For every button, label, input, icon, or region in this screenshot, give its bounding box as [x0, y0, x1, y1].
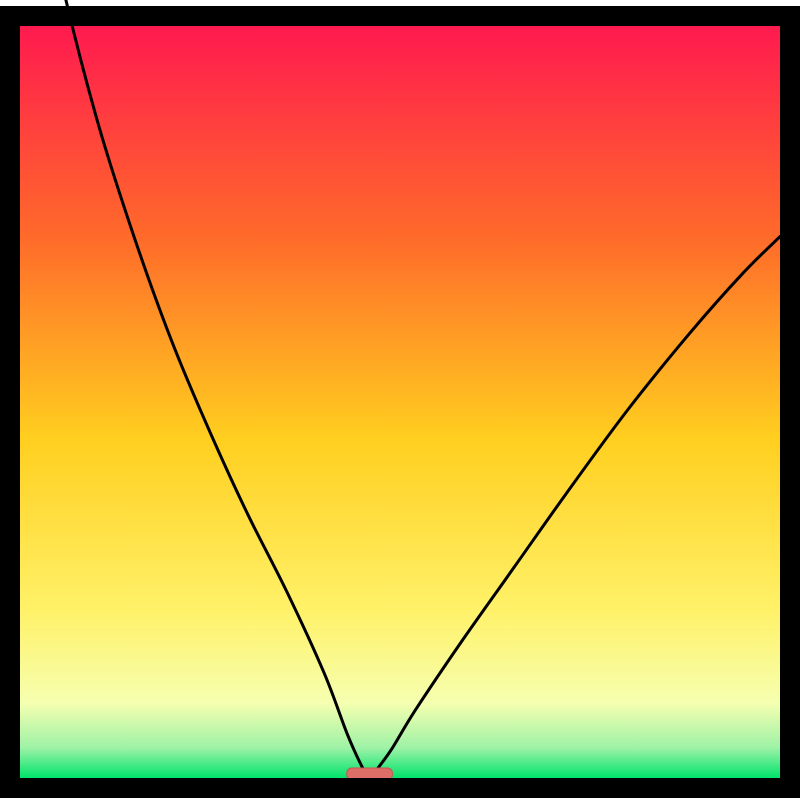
- gradient-background: [20, 26, 780, 778]
- bottleneck-chart: [0, 0, 800, 800]
- plot-area: [20, 0, 780, 780]
- chart-container: TheBottleneck.com: [0, 0, 800, 800]
